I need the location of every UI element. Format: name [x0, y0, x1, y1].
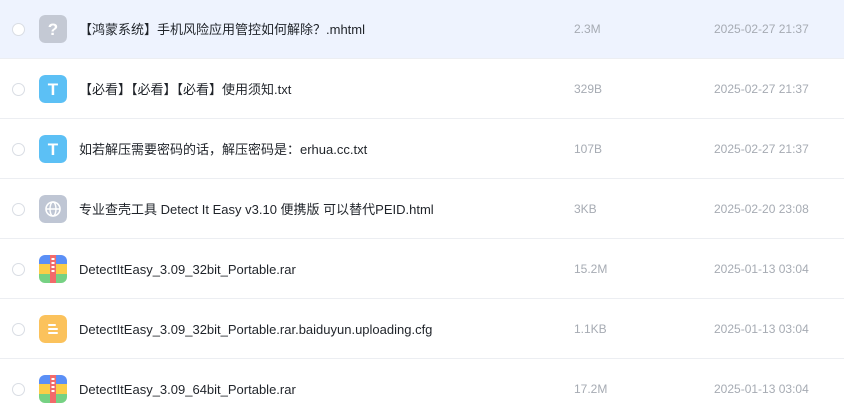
- text-file-icon: T: [39, 135, 67, 163]
- file-size: 17.2M: [574, 382, 608, 396]
- file-date: 2025-02-27 21:37: [714, 82, 809, 96]
- row-checkbox[interactable]: [12, 143, 25, 156]
- file-size: 1.1KB: [574, 322, 607, 336]
- file-size: 3KB: [574, 202, 597, 216]
- archive-file-icon: [39, 375, 67, 403]
- file-row[interactable]: ? 【鸿蒙系统】手机风险应用管控如何解除？.mhtml 2.3M 2025-02…: [0, 0, 844, 59]
- file-name[interactable]: 如若解压需要密码的话，解压密码是：erhua.cc.txt: [79, 141, 367, 158]
- row-checkbox[interactable]: [12, 23, 25, 36]
- file-row[interactable]: DetectItEasy_3.09_64bit_Portable.rar 17.…: [0, 360, 844, 403]
- file-name[interactable]: DetectItEasy_3.09_64bit_Portable.rar: [79, 381, 296, 398]
- unknown-file-icon: ?: [39, 15, 67, 43]
- archive-file-icon: [39, 255, 67, 283]
- web-file-icon: [39, 195, 67, 223]
- row-checkbox[interactable]: [12, 203, 25, 216]
- file-date: 2025-01-13 03:04: [714, 262, 809, 276]
- svg-text:?: ?: [48, 20, 58, 39]
- file-size: 15.2M: [574, 262, 608, 276]
- file-date: 2025-01-13 03:04: [714, 322, 809, 336]
- row-checkbox[interactable]: [12, 263, 25, 276]
- file-row[interactable]: DetectItEasy_3.09_32bit_Portable.rar.bai…: [0, 300, 844, 359]
- file-date: 2025-01-13 03:04: [714, 382, 809, 396]
- svg-text:T: T: [48, 80, 59, 99]
- file-row[interactable]: T 如若解压需要密码的话，解压密码是：erhua.cc.txt 107B 202…: [0, 120, 844, 179]
- file-name[interactable]: 【必看】【必看】【必看】使用须知.txt: [79, 81, 291, 98]
- file-row[interactable]: T 【必看】【必看】【必看】使用须知.txt 329B 2025-02-27 2…: [0, 60, 844, 119]
- text-file-icon: T: [39, 75, 67, 103]
- file-size: 2.3M: [574, 22, 601, 36]
- file-date: 2025-02-27 21:37: [714, 22, 809, 36]
- row-checkbox[interactable]: [12, 323, 25, 336]
- row-checkbox[interactable]: [12, 383, 25, 396]
- row-checkbox[interactable]: [12, 83, 25, 96]
- file-size: 107B: [574, 142, 603, 156]
- file-size: 329B: [574, 82, 603, 96]
- file-date: 2025-02-20 23:08: [714, 202, 809, 216]
- svg-text:T: T: [48, 140, 59, 159]
- file-date: 2025-02-27 21:37: [714, 142, 809, 156]
- file-name[interactable]: DetectItEasy_3.09_32bit_Portable.rar: [79, 261, 296, 278]
- file-name[interactable]: 【鸿蒙系统】手机风险应用管控如何解除？.mhtml: [79, 21, 365, 38]
- file-row[interactable]: 专业查壳工具 Detect It Easy v3.10 便携版 可以替代PEID…: [0, 180, 844, 239]
- file-name[interactable]: 专业查壳工具 Detect It Easy v3.10 便携版 可以替代PEID…: [79, 201, 434, 218]
- file-list: ? 【鸿蒙系统】手机风险应用管控如何解除？.mhtml 2.3M 2025-02…: [0, 0, 844, 403]
- file-row[interactable]: DetectItEasy_3.09_32bit_Portable.rar 15.…: [0, 240, 844, 299]
- document-file-icon: [39, 315, 67, 343]
- file-name[interactable]: DetectItEasy_3.09_32bit_Portable.rar.bai…: [79, 321, 432, 338]
